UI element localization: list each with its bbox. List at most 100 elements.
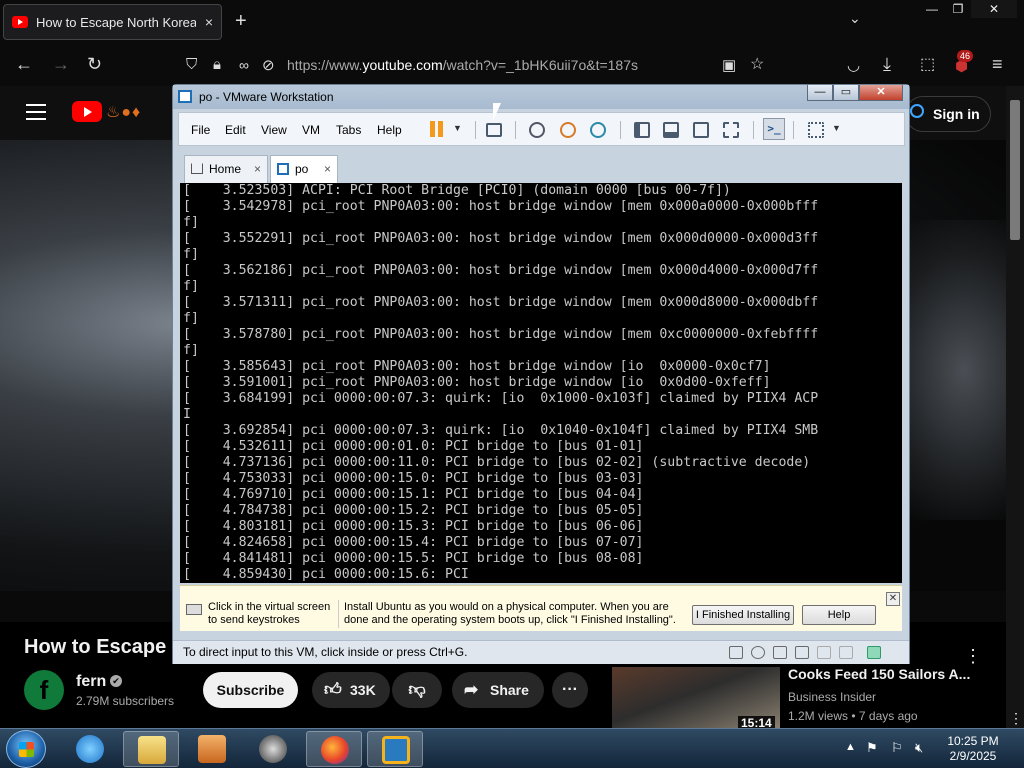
vmware-tab-close-icon[interactable]: ×: [324, 156, 331, 182]
reload-icon[interactable]: ↻: [87, 54, 102, 75]
minimize-button[interactable]: —: [919, 0, 945, 18]
recommendation-channel[interactable]: Business Insider: [788, 690, 876, 704]
browser-tab-youtube[interactable]: How to Escape North Korea - YouTube ×: [3, 4, 222, 40]
install-hint-text: Install Ubuntu as you would on a physica…: [344, 601, 676, 626]
volume-muted-icon[interactable]: 🔇︎: [915, 740, 923, 756]
console-line: [ 4.753033] pci 0000:00:15.0: PCI bridge…: [183, 471, 644, 486]
vmware-close-button[interactable]: ✕: [859, 85, 903, 101]
menu-hamburger-icon[interactable]: ≡: [992, 54, 1003, 75]
guide-menu-icon[interactable]: [26, 104, 46, 120]
youtube-logo-icon[interactable]: [72, 101, 102, 122]
forward-arrow-icon[interactable]: →: [52, 54, 70, 75]
downloads-icon[interactable]: ⤓: [883, 54, 891, 75]
send-ctrl-alt-del-icon[interactable]: [486, 123, 502, 137]
toolbar-separator: [620, 121, 621, 139]
snapshot-icon[interactable]: [529, 122, 545, 138]
vm-console-screen[interactable]: [ 3.523503] ACPI: PCI Root Bridge [PCI0]…: [180, 183, 902, 583]
vmware-tab-po[interactable]: po ×: [270, 155, 338, 183]
flag-icon[interactable]: ⚐: [891, 740, 903, 756]
vmware-window-title: po - VMware Workstation: [199, 90, 334, 104]
taskbar-internet-explorer[interactable]: [62, 731, 118, 767]
close-window-button[interactable]: ✕: [971, 0, 1017, 18]
share-button[interactable]: ➦ Share: [452, 672, 544, 708]
pause-vm-icon[interactable]: [429, 121, 445, 137]
hard-disk-icon[interactable]: [729, 646, 743, 659]
channel-avatar[interactable]: f: [24, 670, 64, 710]
snapshot-manager-icon[interactable]: [590, 122, 606, 138]
thumbs-up-icon: 👍︎: [324, 680, 342, 699]
share-arrow-icon: ➦: [464, 680, 479, 699]
channel-name[interactable]: fern: [76, 673, 106, 691]
taskbar-firefox[interactable]: [306, 731, 362, 767]
restore-button[interactable]: ❐: [945, 0, 971, 18]
taskbar-private-window[interactable]: [245, 731, 301, 767]
back-arrow-icon[interactable]: ←: [15, 54, 33, 75]
taskbar-vmware[interactable]: [367, 731, 423, 767]
revert-snapshot-icon[interactable]: [560, 122, 576, 138]
action-center-icon[interactable]: ⚑: [866, 740, 878, 756]
tracking-shield-icon[interactable]: ⛉: [186, 56, 197, 73]
full-screen-icon[interactable]: [693, 122, 709, 138]
show-library-icon[interactable]: [634, 122, 650, 138]
like-button[interactable]: 👍︎ 33K: [312, 672, 390, 708]
finished-installing-button[interactable]: I Finished Installing: [692, 605, 794, 625]
console-line: f]: [183, 311, 199, 326]
menu-vm[interactable]: VM: [302, 123, 320, 137]
console-line: [ 3.542978] pci_root PNP0A03:00: host br…: [183, 199, 819, 214]
cd-dvd-icon[interactable]: [751, 646, 765, 659]
start-button-icon[interactable]: [6, 730, 46, 768]
menu-help[interactable]: Help: [377, 123, 402, 137]
dislike-button[interactable]: 👎︎: [392, 672, 442, 708]
network-adapter-icon[interactable]: [773, 646, 787, 659]
recommendation-title[interactable]: Cooks Feed 150 Sailors A...: [788, 666, 970, 682]
menu-file[interactable]: File: [191, 123, 210, 137]
power-dropdown-icon[interactable]: ▼: [453, 123, 462, 133]
view-dropdown-icon[interactable]: ▼: [832, 123, 841, 133]
extensions-puzzle-icon[interactable]: ⬚: [920, 54, 935, 74]
recommendation-menu-icon[interactable]: ⋮: [964, 646, 982, 667]
message-log-icon[interactable]: [867, 646, 881, 659]
hint-close-button[interactable]: ✕: [886, 592, 900, 606]
next-recommendation-menu-icon[interactable]: ⋮: [1009, 710, 1023, 727]
toolbar-separator: [515, 121, 516, 139]
bookmark-star-icon[interactable]: ☆: [750, 54, 764, 74]
unity-mode-icon[interactable]: [723, 122, 739, 138]
stretch-guest-icon[interactable]: [808, 122, 824, 138]
usb-controller-icon[interactable]: [795, 646, 809, 659]
page-scrollbar-thumb[interactable]: [1010, 100, 1020, 240]
show-thumbnail-bar-icon[interactable]: [663, 122, 679, 138]
show-hidden-icons-arrow[interactable]: ▲: [845, 741, 856, 753]
vmware-maximize-button[interactable]: ▭: [833, 85, 859, 101]
list-all-tabs-icon[interactable]: ⌄: [849, 10, 861, 27]
private-browsing-icon[interactable]: ∞: [239, 57, 249, 73]
pocket-icon[interactable]: ◡: [847, 56, 860, 74]
menu-tabs[interactable]: Tabs: [336, 123, 361, 137]
vmware-minimize-button[interactable]: —: [807, 85, 833, 101]
youtube-doodle[interactable]: ♨●♦: [106, 102, 141, 122]
taskbar-media-player[interactable]: [184, 731, 240, 767]
install-hint-bar: Click in the virtual screen to send keys…: [180, 585, 902, 631]
subscribe-button[interactable]: Subscribe: [203, 672, 298, 708]
menu-view[interactable]: View: [261, 123, 287, 137]
url-bar[interactable]: https://www.youtube.com/watch?v=_1bHK6ui…: [287, 57, 638, 73]
more-actions-button[interactable]: ···: [552, 672, 588, 708]
new-tab-button[interactable]: +: [235, 10, 247, 33]
console-view-icon[interactable]: >_: [763, 118, 785, 140]
taskbar-file-explorer[interactable]: [123, 731, 179, 767]
vmware-tab-close-icon[interactable]: ×: [254, 156, 261, 182]
click-hint-text: Click in the virtual screen to send keys…: [208, 601, 331, 626]
printer-icon[interactable]: [839, 646, 853, 659]
help-button[interactable]: Help: [802, 605, 876, 625]
sound-card-icon[interactable]: [817, 646, 831, 659]
vmware-title-bar[interactable]: po - VMware Workstation — ▭ ✕: [173, 85, 909, 109]
lock-icon[interactable]: 🔒︎: [213, 56, 221, 73]
console-line: [ 3.585643] pci_root PNP0A03:00: host br…: [183, 359, 771, 374]
menu-edit[interactable]: Edit: [225, 123, 246, 137]
picture-in-picture-icon[interactable]: ▣: [722, 56, 736, 74]
no-camera-permission-icon[interactable]: ⊘: [262, 56, 275, 74]
console-line: [ 4.824658] pci 0000:00:15.4: PCI bridge…: [183, 535, 644, 550]
tab-close-icon[interactable]: ×: [205, 14, 213, 30]
sign-in-button[interactable]: Sign in: [905, 96, 991, 132]
vmware-tab-home[interactable]: Home ×: [184, 155, 268, 183]
system-clock[interactable]: 10:25 PM 2/9/2025: [946, 734, 1000, 764]
